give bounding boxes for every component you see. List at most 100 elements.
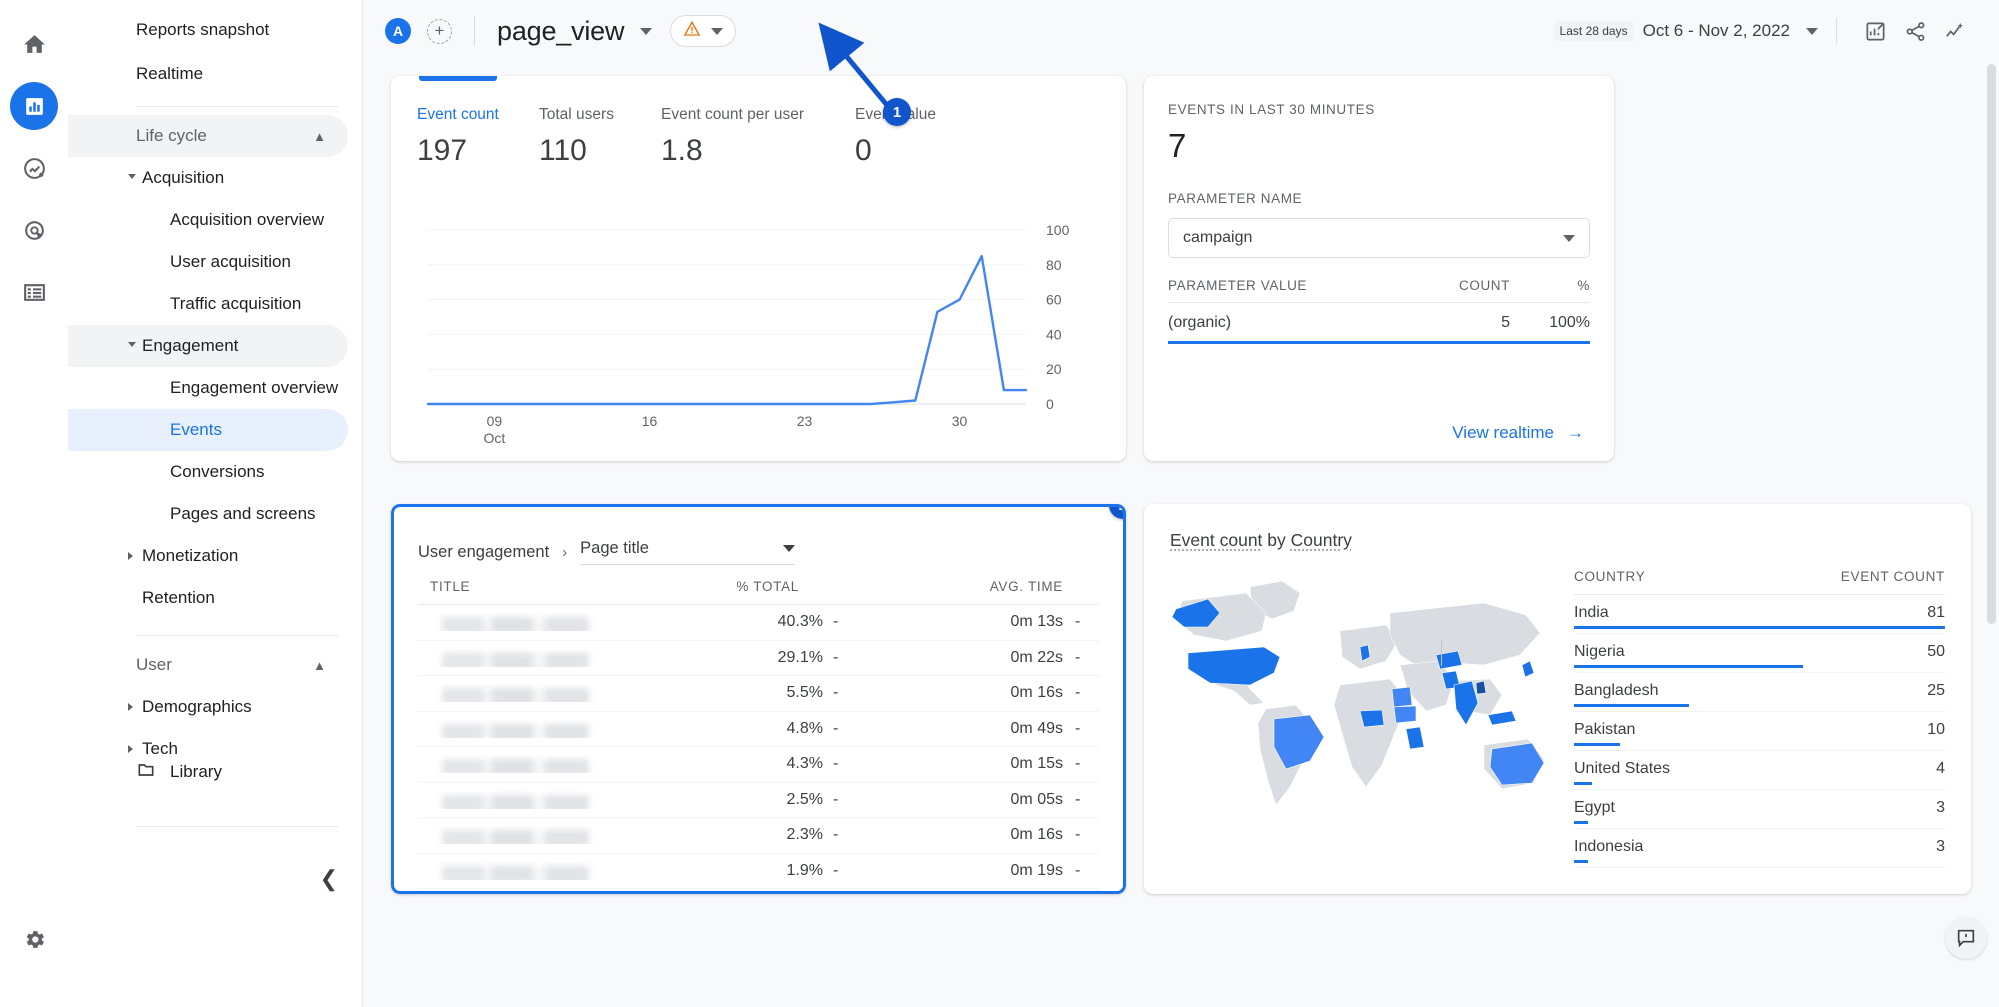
sidebar-item-reports-snapshot[interactable]: Reports snapshot: [68, 8, 362, 52]
sidebar-item-conversions[interactable]: Conversions: [68, 451, 348, 493]
cell-pct-dash: -: [833, 790, 839, 808]
sidebar-item-label: Events: [170, 420, 222, 439]
sidebar-item-engagement-overview[interactable]: Engagement overview: [68, 367, 348, 409]
cell-time-dash: -: [1075, 648, 1081, 666]
cell-event-count: 25: [1927, 682, 1945, 699]
breadcrumb-root[interactable]: User engagement: [418, 543, 549, 562]
sidebar-item-acquisition-overview[interactable]: Acquisition overview: [68, 199, 348, 241]
table-row[interactable]: India 81: [1574, 595, 1945, 634]
metric-event-count-per-user[interactable]: Event count per user 1.8: [661, 106, 855, 168]
metric-total-users[interactable]: Total users 110: [539, 106, 661, 168]
advertising-target-icon[interactable]: [10, 206, 58, 254]
sidebar-item-user-acquisition[interactable]: User acquisition: [68, 241, 348, 283]
cell-event-count: 3: [1936, 799, 1945, 816]
sidebar-section-life-cycle[interactable]: Life cycle ▲: [68, 115, 348, 157]
card-resize-handle[interactable]: [1441, 640, 1442, 666]
data-series-line: [426, 254, 1028, 406]
table-row[interactable]: Indonesia 3: [1574, 829, 1945, 868]
sidebar-item-pages-and-screens[interactable]: Pages and screens: [68, 493, 348, 535]
table-row[interactable]: Designs40.3%-0m 13s-: [418, 605, 1099, 641]
vertical-scrollbar[interactable]: [1987, 64, 1996, 624]
avatar[interactable]: A: [385, 18, 411, 44]
line-chart-svg: 0 20 40 60 80 100 09Oct 16 23 30: [426, 222, 1070, 446]
home-icon[interactable]: [10, 20, 58, 68]
reports-bar-chart-icon[interactable]: [10, 82, 58, 130]
cell-time-dash: -: [1075, 790, 1081, 808]
cell-time-dash: -: [1075, 719, 1081, 737]
table-row[interactable]: Designs4.3%-0m 15s-: [418, 747, 1099, 783]
sidebar-item-label: Engagement overview: [170, 378, 339, 397]
country-table-body: India 81 Nigeria 50 Bangladesh 25 Pakistan 10 Un…: [1574, 595, 1945, 868]
top-row: Event count 197 Total users 110 Event co…: [391, 76, 1971, 461]
sidebar-item-retention[interactable]: Retention: [68, 577, 348, 619]
table-row[interactable]: a Designs2.3%-0m 16s-: [418, 818, 1099, 854]
cell-time-dash: -: [1075, 613, 1081, 631]
page-title-dropdown-icon[interactable]: [640, 27, 653, 35]
table-row[interactable]: Designs1.9%-0m 19s-: [418, 854, 1099, 889]
table-row[interactable]: Nigeria 50: [1574, 634, 1945, 673]
table-row[interactable]: United States 4: [1574, 751, 1945, 790]
gear-icon[interactable]: [10, 915, 58, 963]
table-row[interactable]: Egypt 3: [1574, 790, 1945, 829]
sidebar-item-label: Traffic acquisition: [170, 294, 302, 313]
dimension-select[interactable]: Page title: [580, 539, 796, 565]
configure-list-icon[interactable]: [10, 268, 58, 316]
sidebar-group-demographics[interactable]: Demographics: [68, 686, 348, 728]
table-row[interactable]: Designs4.8%-0m 49s-: [418, 712, 1099, 747]
table-row[interactable]: Designs5.5%-0m 16s-: [418, 676, 1099, 712]
col-event-count: EVENT COUNT: [1840, 569, 1945, 584]
date-range-dropdown-icon[interactable]: [1806, 27, 1818, 35]
table-row[interactable]: Bangladesh 25: [1574, 673, 1945, 712]
content-scroll-area: Event count 197 Total users 110 Event co…: [363, 62, 1999, 1007]
sidebar-item-events[interactable]: Events: [68, 409, 348, 451]
table-row[interactable]: Pakistan 10: [1574, 712, 1945, 751]
date-range-label[interactable]: Oct 6 - Nov 2, 2022: [1643, 21, 1790, 41]
cell-pct-total: 5.5%: [786, 684, 823, 702]
table-row[interactable]: esigns2.5%-0m 05s-: [418, 783, 1099, 818]
cell-avg-time: 0m 19s: [1010, 861, 1063, 879]
share-icon[interactable]: [1895, 11, 1935, 51]
warning-chip-dropdown-icon[interactable]: [711, 27, 724, 35]
cell-title: Designs: [418, 613, 673, 632]
cell-pct-dash: -: [833, 719, 839, 737]
sidebar-group-engagement[interactable]: Engagement: [68, 325, 348, 367]
sidebar-item-library[interactable]: Library: [68, 751, 363, 793]
cell-count: 5: [1501, 314, 1510, 331]
cell-avg-time: 0m 05s: [1010, 790, 1063, 808]
table-row[interactable]: (organic) 5 100%: [1168, 303, 1590, 344]
parameter-name-select[interactable]: campaign: [1168, 218, 1590, 258]
collapse-sidebar-button[interactable]: ❮: [320, 866, 338, 892]
view-realtime-label: View realtime: [1452, 423, 1554, 442]
annotation-number: 1: [892, 103, 902, 121]
sidebar-group-acquisition[interactable]: Acquisition: [68, 157, 348, 199]
topbar-right-divider: [1836, 18, 1837, 44]
analytics-app: Reports snapshot Realtime Life cycle ▲ A…: [0, 0, 1999, 1007]
explore-icon[interactable]: [10, 144, 58, 192]
view-realtime-link[interactable]: View realtime →: [1452, 423, 1590, 443]
insights-sparkle-icon[interactable]: [1935, 11, 1975, 51]
sidebar-section-user[interactable]: User ▲: [68, 644, 348, 686]
cell-pct-total: 40.3%: [777, 613, 823, 631]
sidebar-item-traffic-acquisition[interactable]: Traffic acquisition: [68, 283, 348, 325]
feedback-icon[interactable]: [1945, 917, 1987, 959]
cell-title-suffix: esigns: [577, 791, 673, 808]
sidebar-item-realtime[interactable]: Realtime: [68, 52, 362, 96]
col-parameter-value: PARAMETER VALUE: [1168, 278, 1308, 293]
table-row[interactable]: a Designs29.1%-0m 22s-: [418, 641, 1099, 676]
value-bar: [1574, 665, 1803, 668]
world-map[interactable]: [1154, 569, 1554, 829]
icon-rail: [0, 0, 68, 1007]
sidebar-group-monetization[interactable]: Monetization: [68, 535, 348, 577]
warning-chip[interactable]: [670, 15, 737, 47]
folder-icon: [136, 760, 156, 785]
sidebar-item-label: Conversions: [170, 462, 265, 481]
realtime-card: EVENTS IN LAST 30 MINUTES 7 PARAMETER NA…: [1144, 76, 1614, 461]
cell-pct-dash: -: [833, 861, 839, 879]
metric-label: Event count: [417, 106, 499, 123]
cell-event-count: 81: [1927, 604, 1945, 621]
metric-event-count[interactable]: Event count 197: [417, 106, 539, 168]
sidebar-divider: [136, 106, 338, 107]
cell-avg-time: 0m 16s: [1010, 826, 1063, 844]
edit-comparison-icon[interactable]: [1855, 11, 1895, 51]
add-comparison-button[interactable]: +: [427, 18, 452, 44]
